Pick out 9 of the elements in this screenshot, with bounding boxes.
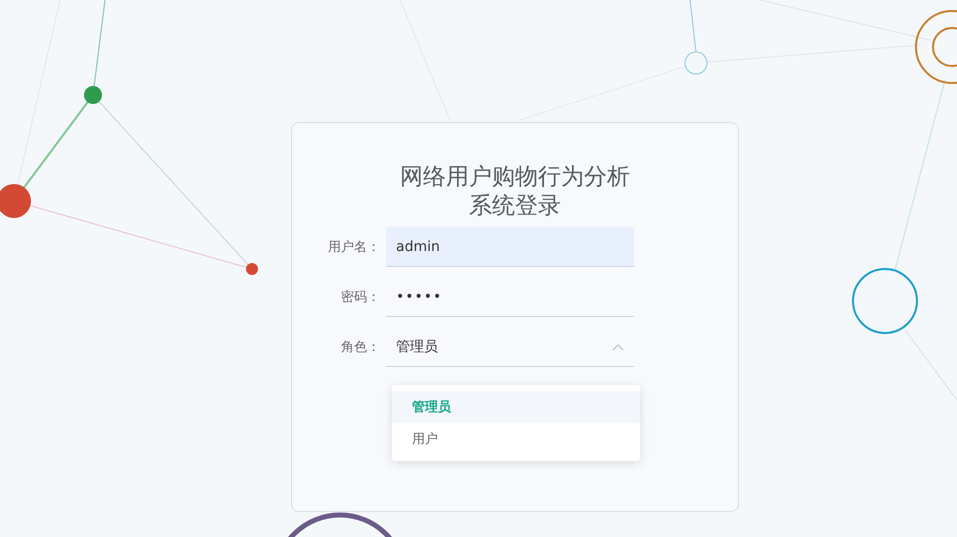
login-title: 网络用户购物行为分析系统登录 [399, 163, 631, 221]
chevron-up-icon [612, 342, 624, 350]
field-label: 角色： [340, 339, 381, 356]
role-select[interactable]: 管理员 [386, 327, 634, 367]
username-field[interactable]: admin [386, 227, 634, 267]
dropdown-option[interactable]: 用户 [392, 423, 640, 455]
field-label: 密码： [340, 289, 381, 306]
password-field[interactable]: ••••• [386, 277, 634, 317]
field-label: 用户名： [327, 239, 381, 256]
